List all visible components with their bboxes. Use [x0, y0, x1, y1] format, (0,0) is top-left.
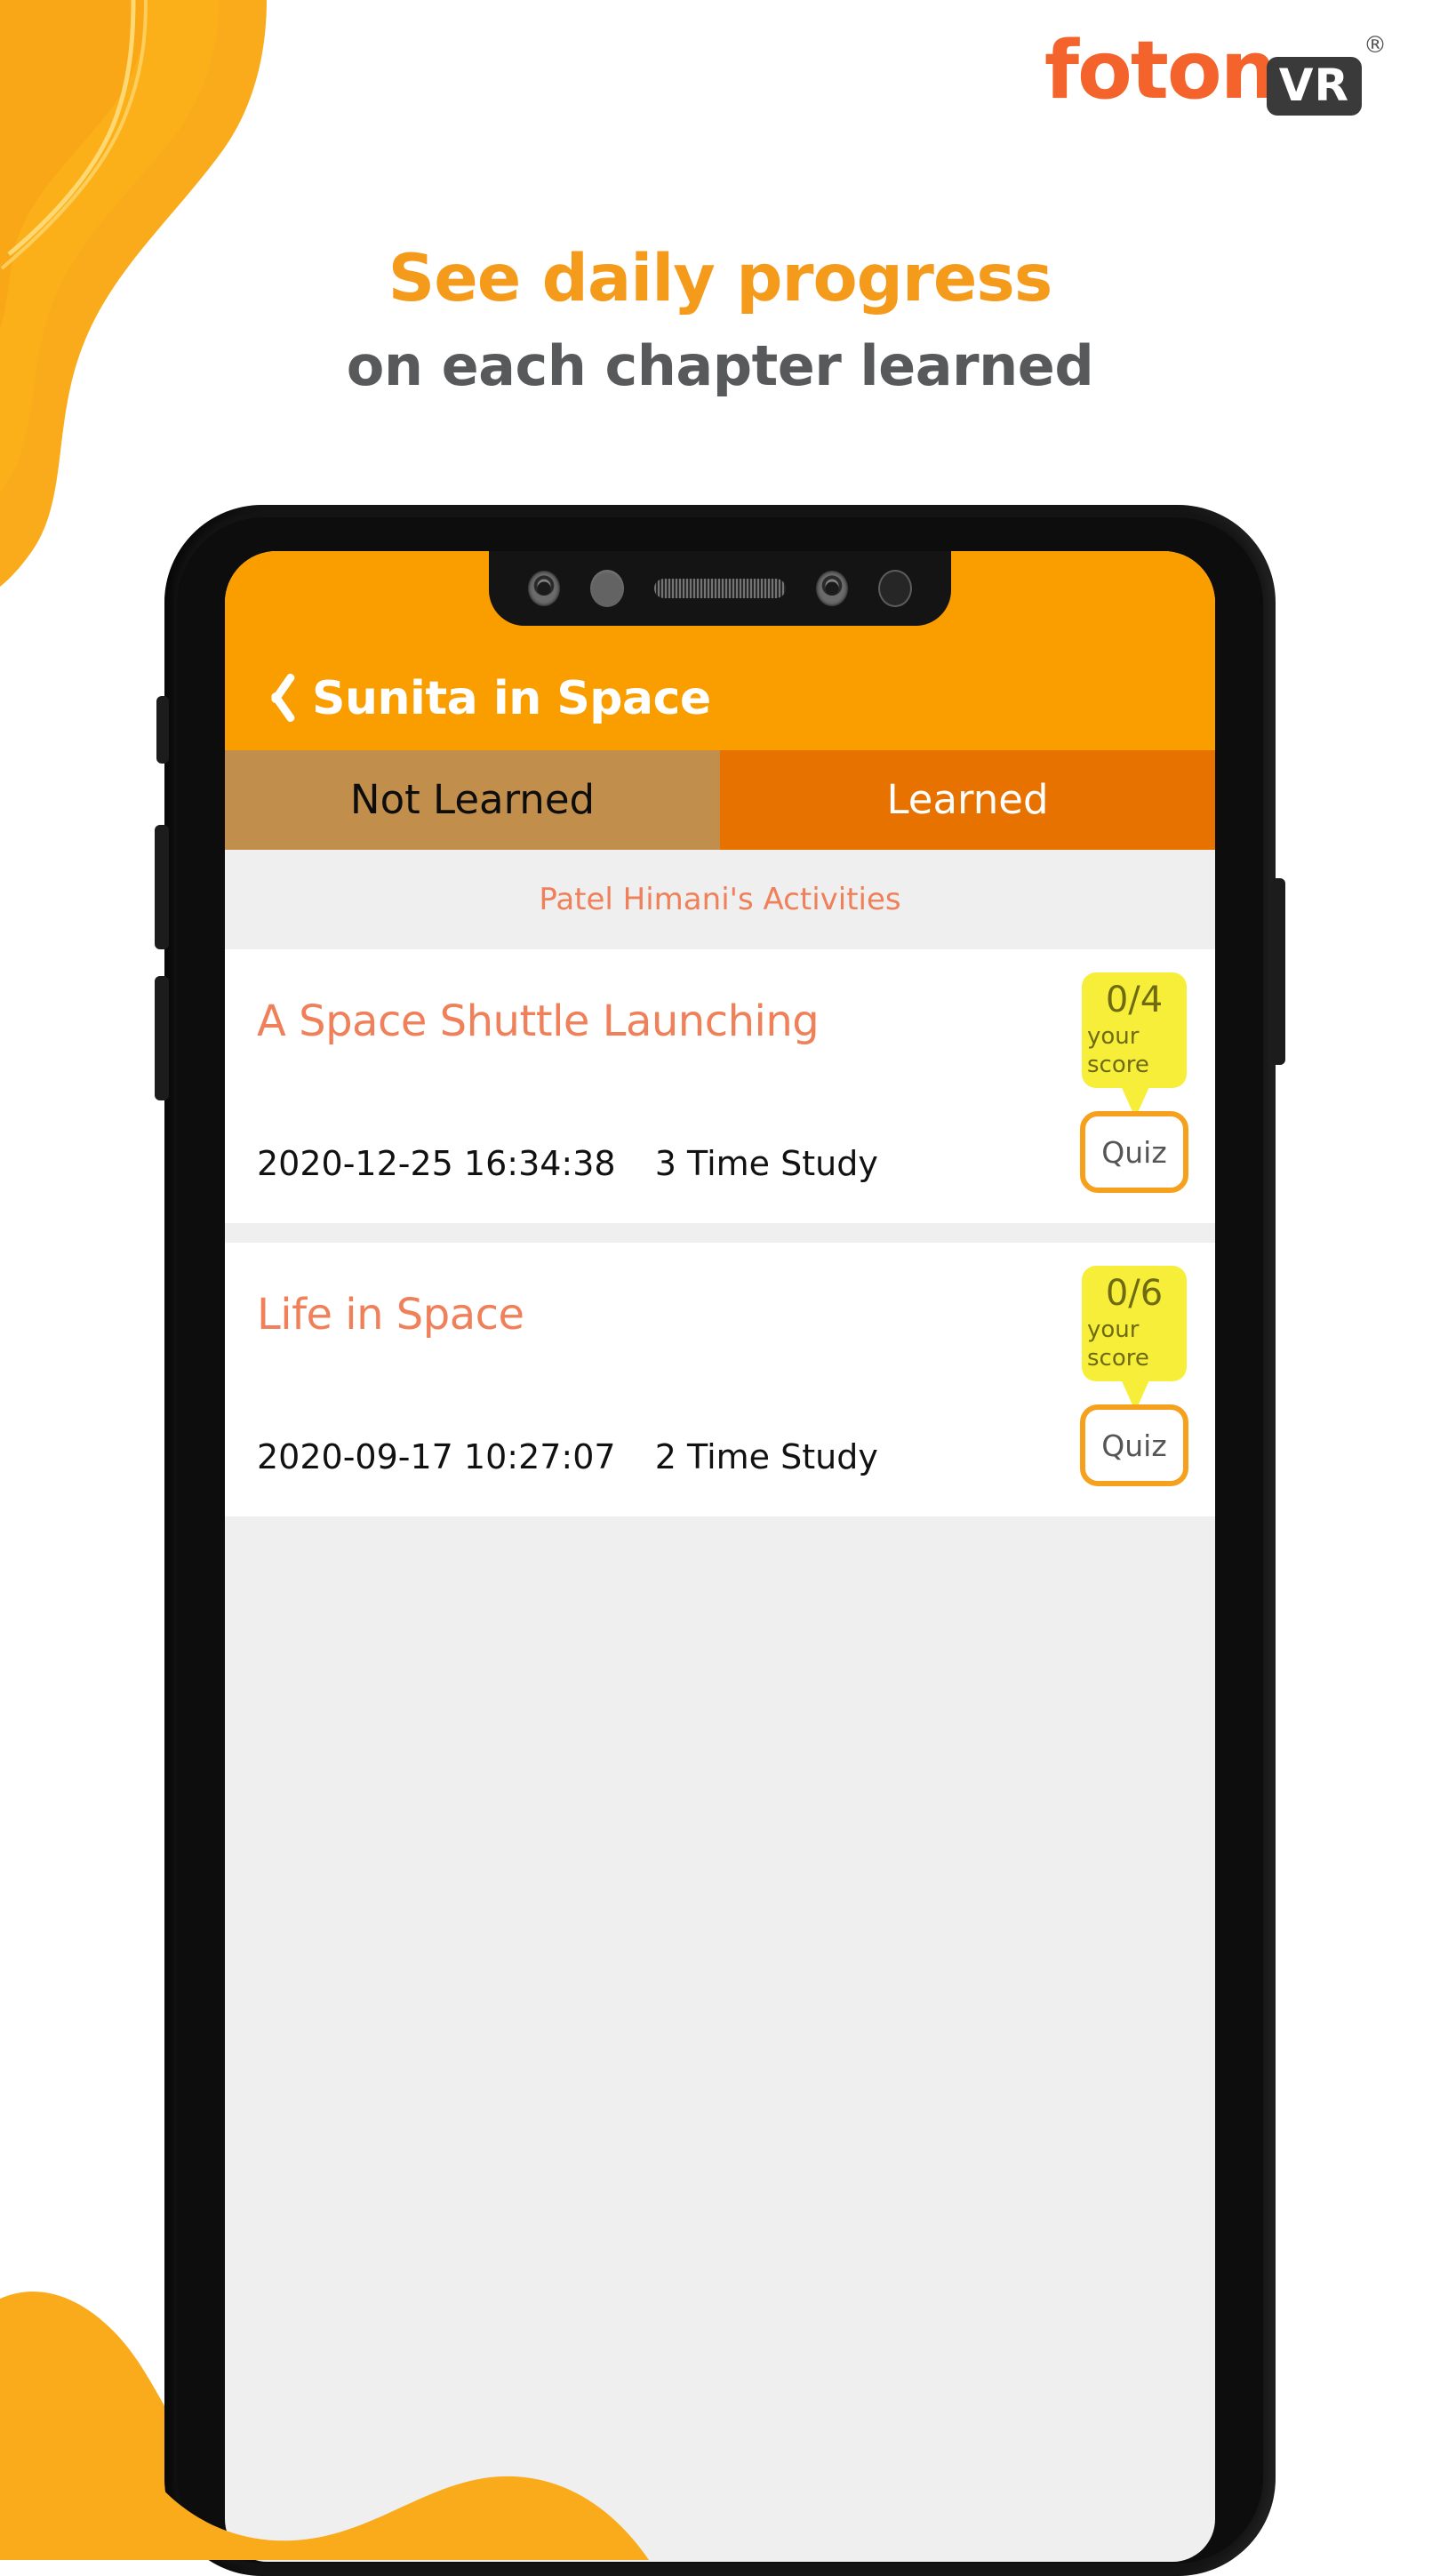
- volume-up-button[interactable]: [155, 825, 169, 949]
- quiz-button[interactable]: Quiz: [1080, 1111, 1188, 1193]
- registered-trademark-icon: ®: [1364, 32, 1387, 59]
- activity-list: A Space Shuttle Launching 2020-12-25 16:…: [225, 949, 1215, 2372]
- front-camera-icon: [816, 571, 848, 606]
- score-badge: 0/6 your score: [1082, 1266, 1187, 1381]
- promo-headline: See daily progress: [388, 241, 1053, 316]
- silent-switch[interactable]: [156, 696, 169, 764]
- score-value: 0/6: [1105, 1273, 1164, 1314]
- back-chevron-icon[interactable]: [257, 667, 292, 722]
- ambient-sensor-icon: [878, 570, 912, 607]
- quiz-button-label: Quiz: [1101, 1134, 1167, 1170]
- phone-mockup: Sunita in Space Not Learned Learned Pate…: [155, 505, 1285, 2576]
- score-caption: your score: [1087, 1316, 1149, 1372]
- brand-vr-badge: VR: [1266, 57, 1362, 116]
- quiz-button-label: Quiz: [1101, 1428, 1167, 1463]
- activity-list-empty-space: [225, 1536, 1215, 2336]
- activities-section-label: Patel Himani's Activities: [225, 850, 1215, 949]
- tab-not-learned[interactable]: Not Learned: [225, 750, 720, 850]
- activity-study-count: 2 Time Study: [654, 1437, 878, 1476]
- score-badge: 0/4 your score: [1082, 972, 1187, 1088]
- activity-title: Life in Space: [257, 1290, 524, 1340]
- phone-notch: [489, 551, 951, 626]
- activity-card[interactable]: A Space Shuttle Launching 2020-12-25 16:…: [225, 949, 1215, 1223]
- activity-study-count: 3 Time Study: [654, 1144, 878, 1183]
- activity-card[interactable]: Life in Space 2020-09-17 10:27:07 2 Time…: [225, 1243, 1215, 1516]
- score-value: 0/4: [1105, 980, 1164, 1020]
- quiz-button[interactable]: Quiz: [1080, 1404, 1188, 1486]
- tab-bar: Not Learned Learned: [225, 750, 1215, 850]
- brand-logo: foton VR ®: [1044, 27, 1387, 133]
- promo-headline-block: See daily progress on each chapter learn…: [0, 242, 1440, 402]
- score-caption: your score: [1087, 1023, 1149, 1078]
- tab-learned[interactable]: Learned: [720, 750, 1215, 850]
- activity-timestamp: 2020-09-17 10:27:07: [257, 1437, 616, 1476]
- earpiece-speaker-icon: [654, 579, 786, 598]
- activity-meta: 2020-12-25 16:34:38 3 Time Study: [257, 1143, 878, 1184]
- tab-not-learned-label: Not Learned: [349, 776, 596, 823]
- brand-wordmark: foton: [1044, 24, 1277, 117]
- volume-down-button[interactable]: [155, 976, 169, 1100]
- power-button[interactable]: [1271, 878, 1285, 1065]
- activity-timestamp: 2020-12-25 16:34:38: [257, 1144, 616, 1183]
- activity-meta: 2020-09-17 10:27:07 2 Time Study: [257, 1436, 878, 1477]
- phone-screen: Sunita in Space Not Learned Learned Pate…: [225, 551, 1215, 2562]
- tab-learned-label: Learned: [886, 776, 1049, 823]
- front-camera-icon: [528, 571, 560, 606]
- activity-title: A Space Shuttle Launching: [257, 996, 820, 1046]
- proximity-sensor-icon: [590, 570, 624, 607]
- page-title: Sunita in Space: [312, 672, 711, 725]
- promo-subheadline: on each chapter learned: [346, 333, 1094, 398]
